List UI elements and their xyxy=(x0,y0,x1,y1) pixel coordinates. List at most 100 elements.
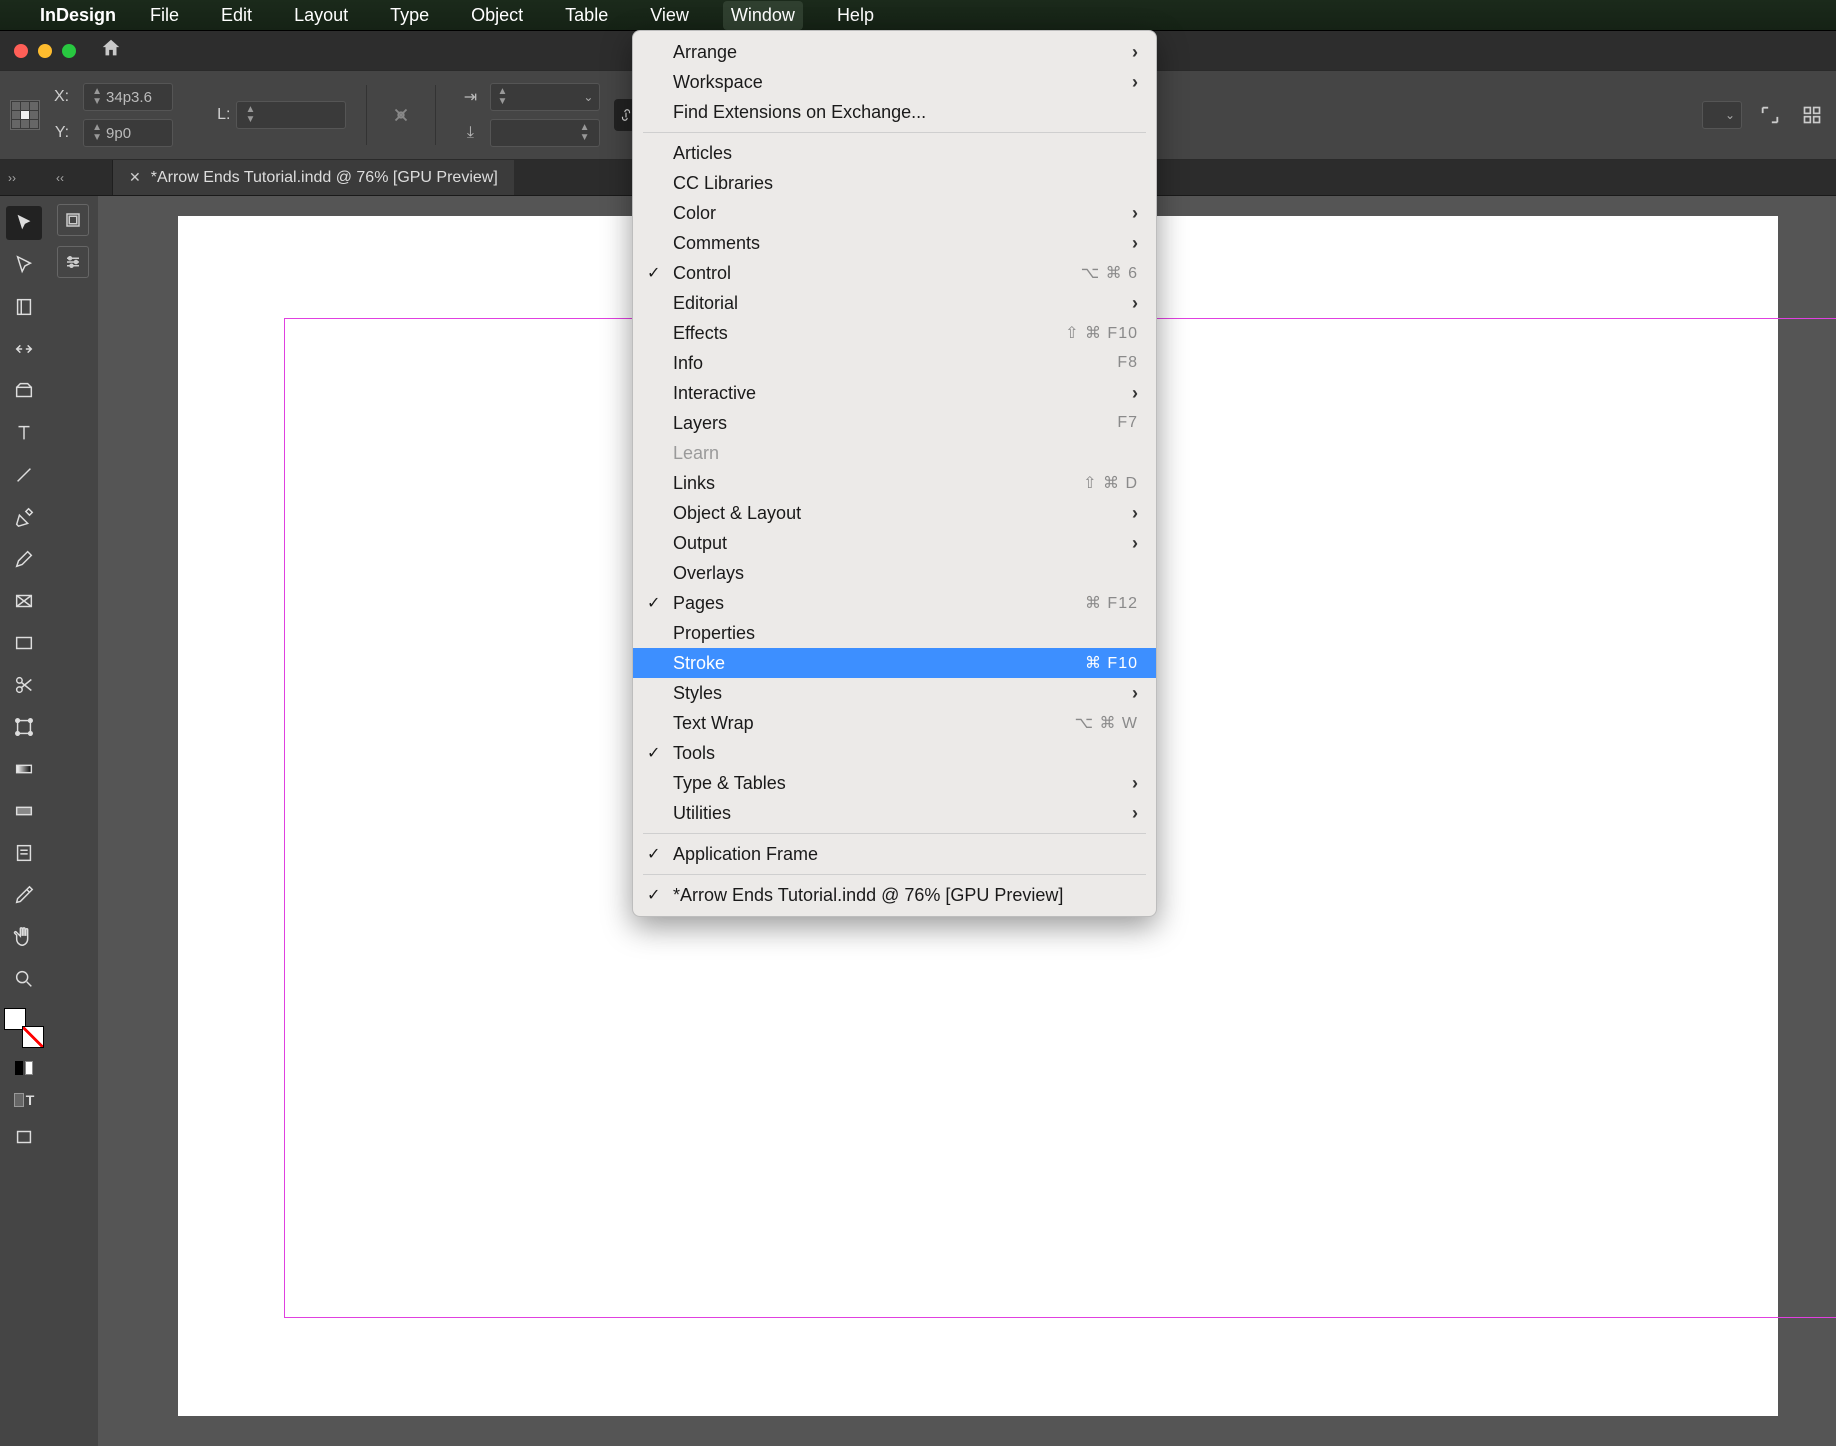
menu-item-tools[interactable]: ✓Tools xyxy=(633,738,1156,768)
menu-table[interactable]: Table xyxy=(557,1,616,30)
pencil-tool[interactable] xyxy=(6,542,42,576)
menu-item-editorial[interactable]: Editorial› xyxy=(633,288,1156,318)
menu-file[interactable]: File xyxy=(142,1,187,30)
menu-item-label: Comments xyxy=(673,233,760,254)
menu-item-label: Control xyxy=(673,263,731,284)
free-transform-tool[interactable] xyxy=(6,710,42,744)
menu-window[interactable]: Window xyxy=(723,1,803,30)
properties-panel-icon[interactable] xyxy=(57,204,89,236)
menu-item-label: Info xyxy=(673,353,703,374)
length-field[interactable]: ▲▼ xyxy=(236,101,346,129)
menu-item-label: Find Extensions on Exchange... xyxy=(673,102,926,123)
menu-item-text-wrap[interactable]: Text Wrap⌥ ⌘ W xyxy=(633,708,1156,738)
menu-item-color[interactable]: Color› xyxy=(633,198,1156,228)
menu-item-info[interactable]: Info F8 xyxy=(633,348,1156,378)
scale-x-field[interactable]: ▲▼⌄ xyxy=(490,83,600,111)
menu-item-layers[interactable]: LayersF7 xyxy=(633,408,1156,438)
note-tool[interactable] xyxy=(6,836,42,870)
menu-item-workspace[interactable]: Workspace› xyxy=(633,67,1156,97)
menu-item-label: Application Frame xyxy=(673,844,818,865)
menu-help[interactable]: Help xyxy=(829,1,882,30)
menu-shortcut: F8 xyxy=(1117,354,1138,372)
close-window-button[interactable] xyxy=(14,44,28,58)
chevron-right-icon: › xyxy=(1132,383,1138,404)
close-tab-icon[interactable]: ✕ xyxy=(129,169,141,186)
gradient-feather-tool[interactable] xyxy=(6,794,42,828)
gap-tool[interactable] xyxy=(6,332,42,366)
menu-item-type-tables[interactable]: Type & Tables› xyxy=(633,768,1156,798)
screen-mode-icon[interactable] xyxy=(1756,101,1784,129)
scale-y-field[interactable]: ▲▼ xyxy=(490,119,600,147)
color-theme-tool[interactable] xyxy=(6,1056,42,1080)
chevron-right-icon: › xyxy=(1132,683,1138,704)
menu-type[interactable]: Type xyxy=(382,1,437,30)
menu-view[interactable]: View xyxy=(642,1,697,30)
rectangle-frame-tool[interactable] xyxy=(6,584,42,618)
menu-item-output[interactable]: Output› xyxy=(633,528,1156,558)
y-field[interactable]: ▲▼9p0 xyxy=(83,119,173,147)
eyedropper-tool[interactable] xyxy=(6,878,42,912)
flip-horizontal-icon[interactable]: ⇥ xyxy=(456,83,484,111)
menu-item-overlays[interactable]: Overlays xyxy=(633,558,1156,588)
screen-mode-tool[interactable] xyxy=(6,1120,42,1154)
zoom-tool[interactable] xyxy=(6,962,42,996)
document-tab[interactable]: ✕ *Arrow Ends Tutorial.indd @ 76% [GPU P… xyxy=(113,160,514,195)
hand-tool[interactable] xyxy=(6,920,42,954)
menu-item-interactive[interactable]: Interactive› xyxy=(633,378,1156,408)
menu-item-effects[interactable]: Effects⇧ ⌘ F10 xyxy=(633,318,1156,348)
menu-item-links[interactable]: Links⇧ ⌘ D xyxy=(633,468,1156,498)
chevron-right-icon: › xyxy=(1132,203,1138,224)
reference-point-grid[interactable] xyxy=(10,100,40,130)
selection-tool[interactable] xyxy=(6,206,42,240)
settings-panel-icon[interactable] xyxy=(57,246,89,278)
menu-item-label: Utilities xyxy=(673,803,731,824)
menu-item-stroke[interactable]: Stroke⌘ F10 xyxy=(633,648,1156,678)
home-icon[interactable] xyxy=(100,37,122,65)
grid-icon[interactable] xyxy=(1798,101,1826,129)
x-field[interactable]: ▲▼34p3.6 xyxy=(83,83,173,111)
menu-item-arrow-ends-tutorial-indd-76-gpu-preview[interactable]: ✓*Arrow Ends Tutorial.indd @ 76% [GPU Pr… xyxy=(633,880,1156,910)
page-tool[interactable] xyxy=(6,290,42,324)
app-name[interactable]: InDesign xyxy=(40,5,116,26)
menu-item-label: CC Libraries xyxy=(673,173,773,194)
menu-item-object-layout[interactable]: Object & Layout› xyxy=(633,498,1156,528)
menu-item-find-extensions-on-exchange[interactable]: Find Extensions on Exchange... xyxy=(633,97,1156,127)
rectangle-tool[interactable] xyxy=(6,626,42,660)
menu-item-label: Learn xyxy=(673,443,719,464)
default-fill-stroke[interactable]: T xyxy=(6,1088,42,1112)
maximize-window-button[interactable] xyxy=(62,44,76,58)
type-tool[interactable] xyxy=(6,416,42,450)
fill-stroke-swatches[interactable] xyxy=(4,1008,44,1048)
menu-item-label: Editorial xyxy=(673,293,738,314)
menu-edit[interactable]: Edit xyxy=(213,1,260,30)
menu-item-cc-libraries[interactable]: CC Libraries xyxy=(633,168,1156,198)
constrain-icon[interactable] xyxy=(387,101,415,129)
menu-item-label: *Arrow Ends Tutorial.indd @ 76% [GPU Pre… xyxy=(673,885,1063,906)
menu-item-styles[interactable]: Styles› xyxy=(633,678,1156,708)
menu-item-utilities[interactable]: Utilities › xyxy=(633,798,1156,828)
rail-toggle-left[interactable]: ›› xyxy=(8,171,16,185)
menu-item-pages[interactable]: ✓Pages⌘ F12 xyxy=(633,588,1156,618)
pen-tool[interactable] xyxy=(6,500,42,534)
view-mode-dropdown[interactable]: ⌄ xyxy=(1702,101,1742,129)
flip-vertical-icon[interactable]: ⤓ xyxy=(456,119,484,147)
menu-item-comments[interactable]: Comments› xyxy=(633,228,1156,258)
menu-item-control[interactable]: ✓Control⌥ ⌘ 6 xyxy=(633,258,1156,288)
gradient-swatch-tool[interactable] xyxy=(6,752,42,786)
line-tool[interactable] xyxy=(6,458,42,492)
chevron-right-icon: › xyxy=(1132,803,1138,824)
menu-object[interactable]: Object xyxy=(463,1,531,30)
menu-item-properties[interactable]: Properties xyxy=(633,618,1156,648)
minimize-window-button[interactable] xyxy=(38,44,52,58)
tool-rail: T xyxy=(0,196,48,1446)
x-label: X: xyxy=(54,88,69,106)
scissors-tool[interactable] xyxy=(6,668,42,702)
direct-selection-tool[interactable] xyxy=(6,248,42,282)
rail-toggle-right[interactable]: ‹‹ xyxy=(56,171,64,185)
menu-item-arrange[interactable]: Arrange› xyxy=(633,37,1156,67)
menu-item-articles[interactable]: Articles xyxy=(633,138,1156,168)
menu-shortcut: ⌥ ⌘ 6 xyxy=(1081,263,1138,283)
menu-layout[interactable]: Layout xyxy=(286,1,356,30)
content-collector-tool[interactable] xyxy=(6,374,42,408)
menu-item-application-frame[interactable]: ✓Application Frame xyxy=(633,839,1156,869)
